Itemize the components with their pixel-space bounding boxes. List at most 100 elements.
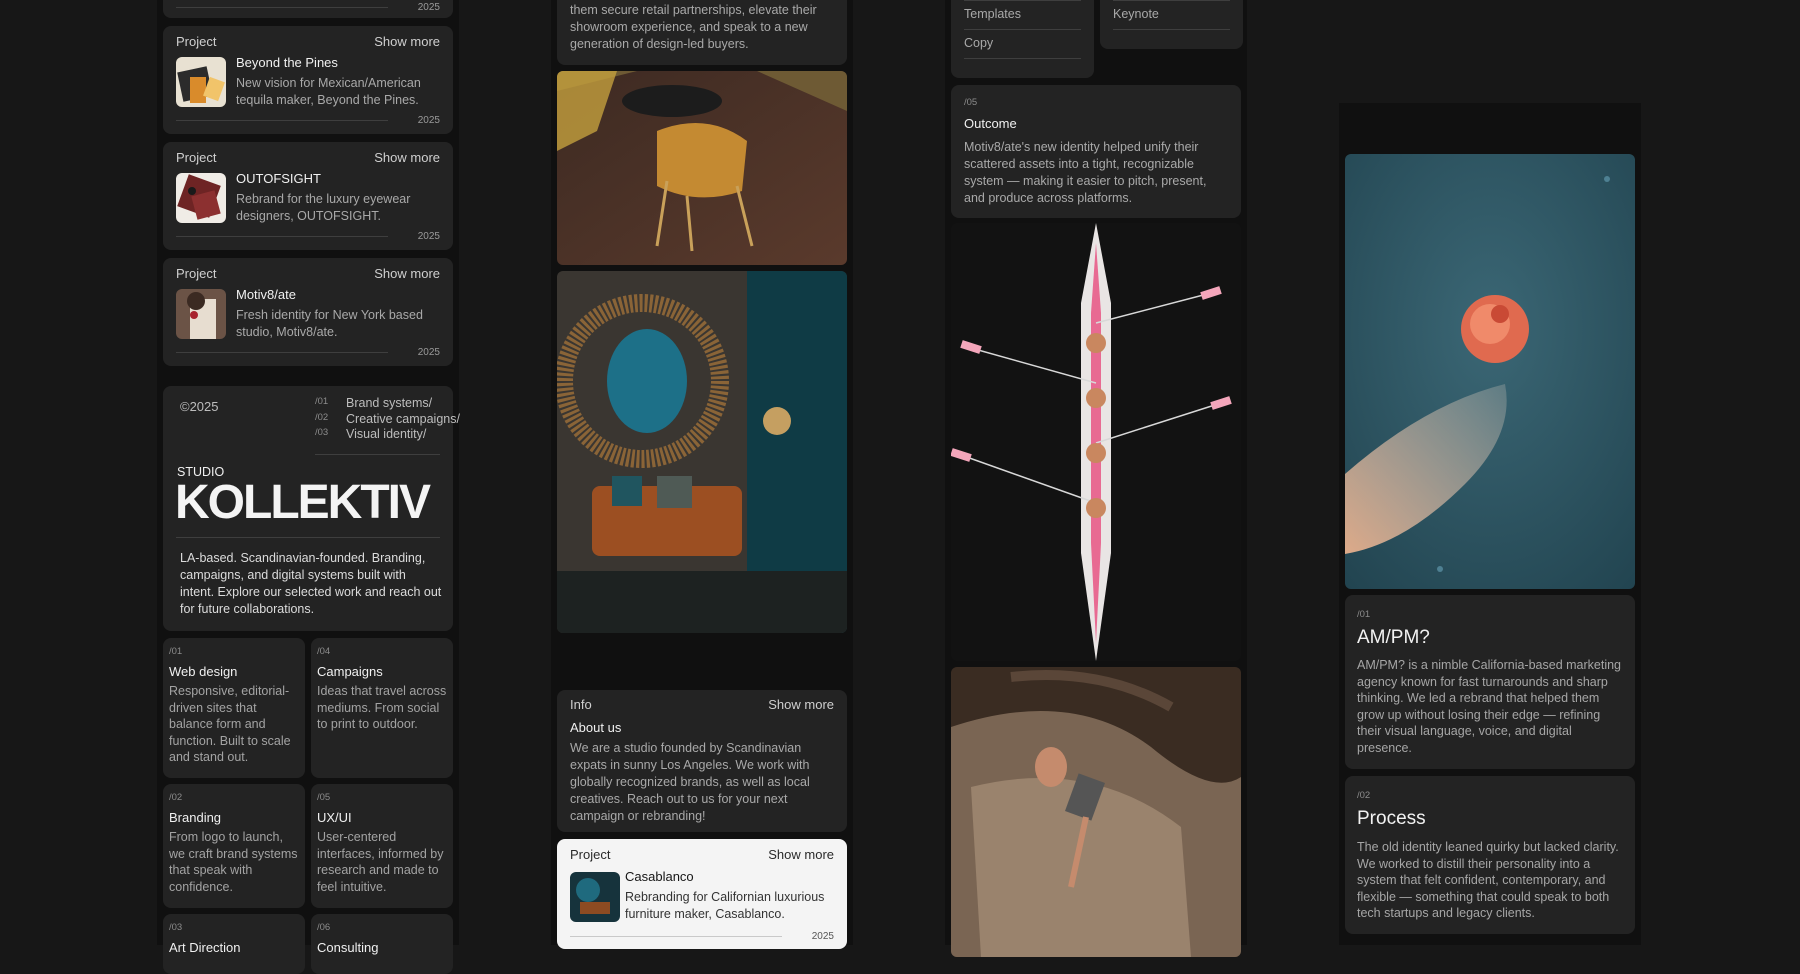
section-description: Motiv8/ate's new identity helped unify t… (964, 140, 1207, 205)
process-card: /02 Process The old identity leaned quir… (1345, 776, 1635, 934)
tequila-thumbnail-image (176, 57, 226, 107)
section-number: /05 (964, 97, 978, 108)
outcome-card: /05 Outcome Motiv8/ate's new identity he… (951, 85, 1241, 218)
project-label: Project (176, 266, 217, 281)
show-more-link[interactable]: Show more (768, 697, 834, 712)
project-card-casablanco[interactable]: Project Show more Casablanco Rebranding … (557, 839, 847, 949)
living-room-photo[interactable] (557, 271, 847, 633)
ampm-card: /01 AM/PM? AM/PM? is a nimble California… (1345, 595, 1635, 769)
tools-card-right: Keynote (1100, 0, 1243, 49)
rock-climber-image (951, 667, 1241, 957)
project-label: Project (176, 150, 217, 165)
section-title: Process (1357, 808, 1426, 829)
show-more-link[interactable]: Show more (374, 34, 440, 49)
divider (964, 0, 1081, 1)
section-number: /01 (1357, 609, 1371, 620)
divider (176, 120, 388, 121)
project-year: 2025 (417, 115, 440, 126)
text-card: them secure retail partnerships, elevate… (557, 0, 847, 65)
portrait-thumbnail-image (176, 289, 226, 339)
project-thumbnail[interactable] (176, 57, 226, 107)
project-year: 2025 (417, 231, 440, 242)
project-label: Project (570, 847, 611, 862)
project-card-outofsight[interactable]: Project Show more OUTOFSIGHT Rebrand for… (163, 142, 453, 250)
service-card-web-design[interactable]: /01 Web design Responsive, editorial-dri… (163, 638, 305, 778)
column-ampm: /01 AM/PM? AM/PM? is a nimble California… (1339, 103, 1641, 945)
service-title: Art Direction (169, 940, 241, 955)
service-card-branding[interactable]: /02 Branding From logo to launch, we cra… (163, 784, 305, 908)
service-card-consulting[interactable]: /06 Consulting (311, 914, 453, 974)
service-description: Responsive, editorial-driven sites that … (169, 684, 291, 764)
tool-item: Copy (964, 36, 994, 50)
divider (964, 58, 1081, 59)
service-description: User-centered interfaces, informed by re… (317, 830, 444, 894)
project-title[interactable]: Casablanco (625, 869, 694, 884)
column-casablanco: them secure retail partnerships, elevate… (551, 0, 853, 949)
service-title: Web design (169, 664, 238, 679)
divider (176, 537, 440, 538)
casablanco-thumbnail-image (570, 872, 620, 922)
project-continued-text: them secure retail partnerships, elevate… (570, 3, 817, 51)
project-title[interactable]: OUTOFSIGHT (236, 171, 321, 186)
service-description: From logo to launch, we craft brand syst… (169, 830, 298, 894)
rowing-photo[interactable] (951, 223, 1241, 661)
studio-wordmark: KOLLEKTIV (175, 476, 431, 529)
project-year: 2025 (811, 931, 834, 942)
column-studio: 2025 Project Show more Beyond the Pines … (157, 0, 460, 974)
project-year: 2025 (417, 2, 440, 13)
section-title: Outcome (964, 116, 1017, 131)
divider (176, 236, 388, 237)
chair-photo[interactable] (557, 71, 847, 265)
project-title[interactable]: Motiv8/ate (236, 287, 296, 302)
section-title: AM/PM? (1357, 627, 1430, 648)
project-card-beyond-the-pines[interactable]: Project Show more Beyond the Pines New v… (163, 26, 453, 134)
service-card-art-direction[interactable]: /03 Art Direction (163, 914, 305, 974)
divider (315, 454, 440, 455)
service-title: Campaigns (317, 664, 383, 679)
project-description: Rebrand for the luxury eyewear designers… (236, 192, 411, 223)
project-thumbnail[interactable] (176, 289, 226, 339)
show-more-link[interactable]: Show more (374, 266, 440, 281)
flower-photo[interactable] (1345, 154, 1635, 589)
project-description: New vision for Mexican/American tequila … (236, 76, 421, 107)
project-title[interactable]: Beyond the Pines (236, 55, 338, 70)
project-card-motiv8ate[interactable]: Project Show more Motiv8/ate Fresh ident… (163, 258, 453, 366)
service-number: /01 (169, 646, 183, 657)
about-title: About us (570, 720, 622, 735)
chair-image (557, 71, 847, 265)
divider (1113, 0, 1230, 1)
eyewear-thumbnail-image (176, 173, 226, 223)
section-description: AM/PM? is a nimble California-based mark… (1357, 658, 1621, 755)
service-card-ux-ui[interactable]: /05 UX/UI User-centered interfaces, info… (311, 784, 453, 908)
about-card[interactable]: Info Show more About us We are a studio … (557, 690, 847, 832)
project-card-top[interactable]: 2025 (163, 0, 453, 18)
climbing-photo[interactable] (951, 667, 1241, 957)
info-label: Info (570, 697, 592, 712)
divider (570, 936, 782, 937)
service-card-campaigns[interactable]: /04 Campaigns Ideas that travel across m… (311, 638, 453, 778)
project-year: 2025 (417, 347, 440, 358)
show-more-link[interactable]: Show more (374, 150, 440, 165)
project-description: Rebranding for Californian luxurious fur… (625, 890, 825, 921)
divider (1113, 29, 1230, 30)
project-thumbnail[interactable] (570, 872, 620, 922)
divider (964, 29, 1081, 30)
tools-card-left: Templates Copy (951, 0, 1094, 78)
rowing-boat-image (951, 223, 1241, 661)
divider (176, 352, 388, 353)
project-thumbnail[interactable] (176, 173, 226, 223)
copyright: ©2025 (180, 399, 219, 414)
tool-item: Keynote (1113, 7, 1159, 21)
service-title: Branding (169, 810, 222, 825)
show-more-link[interactable]: Show more (768, 847, 834, 862)
about-description: We are a studio founded by Scandinavian … (570, 741, 810, 823)
service-number: /05 (317, 792, 331, 803)
service-title: Consulting (317, 940, 379, 955)
column-motiv8ate: Templates Copy Keynote /05 Outcome Motiv… (945, 0, 1247, 957)
project-label: Project (176, 34, 217, 49)
tool-item: Templates (964, 7, 1021, 21)
service-number: /03 (169, 922, 183, 933)
section-number: /02 (1357, 790, 1371, 801)
divider (176, 7, 388, 8)
studio-description: LA-based. Scandinavian-founded. Branding… (180, 551, 442, 616)
